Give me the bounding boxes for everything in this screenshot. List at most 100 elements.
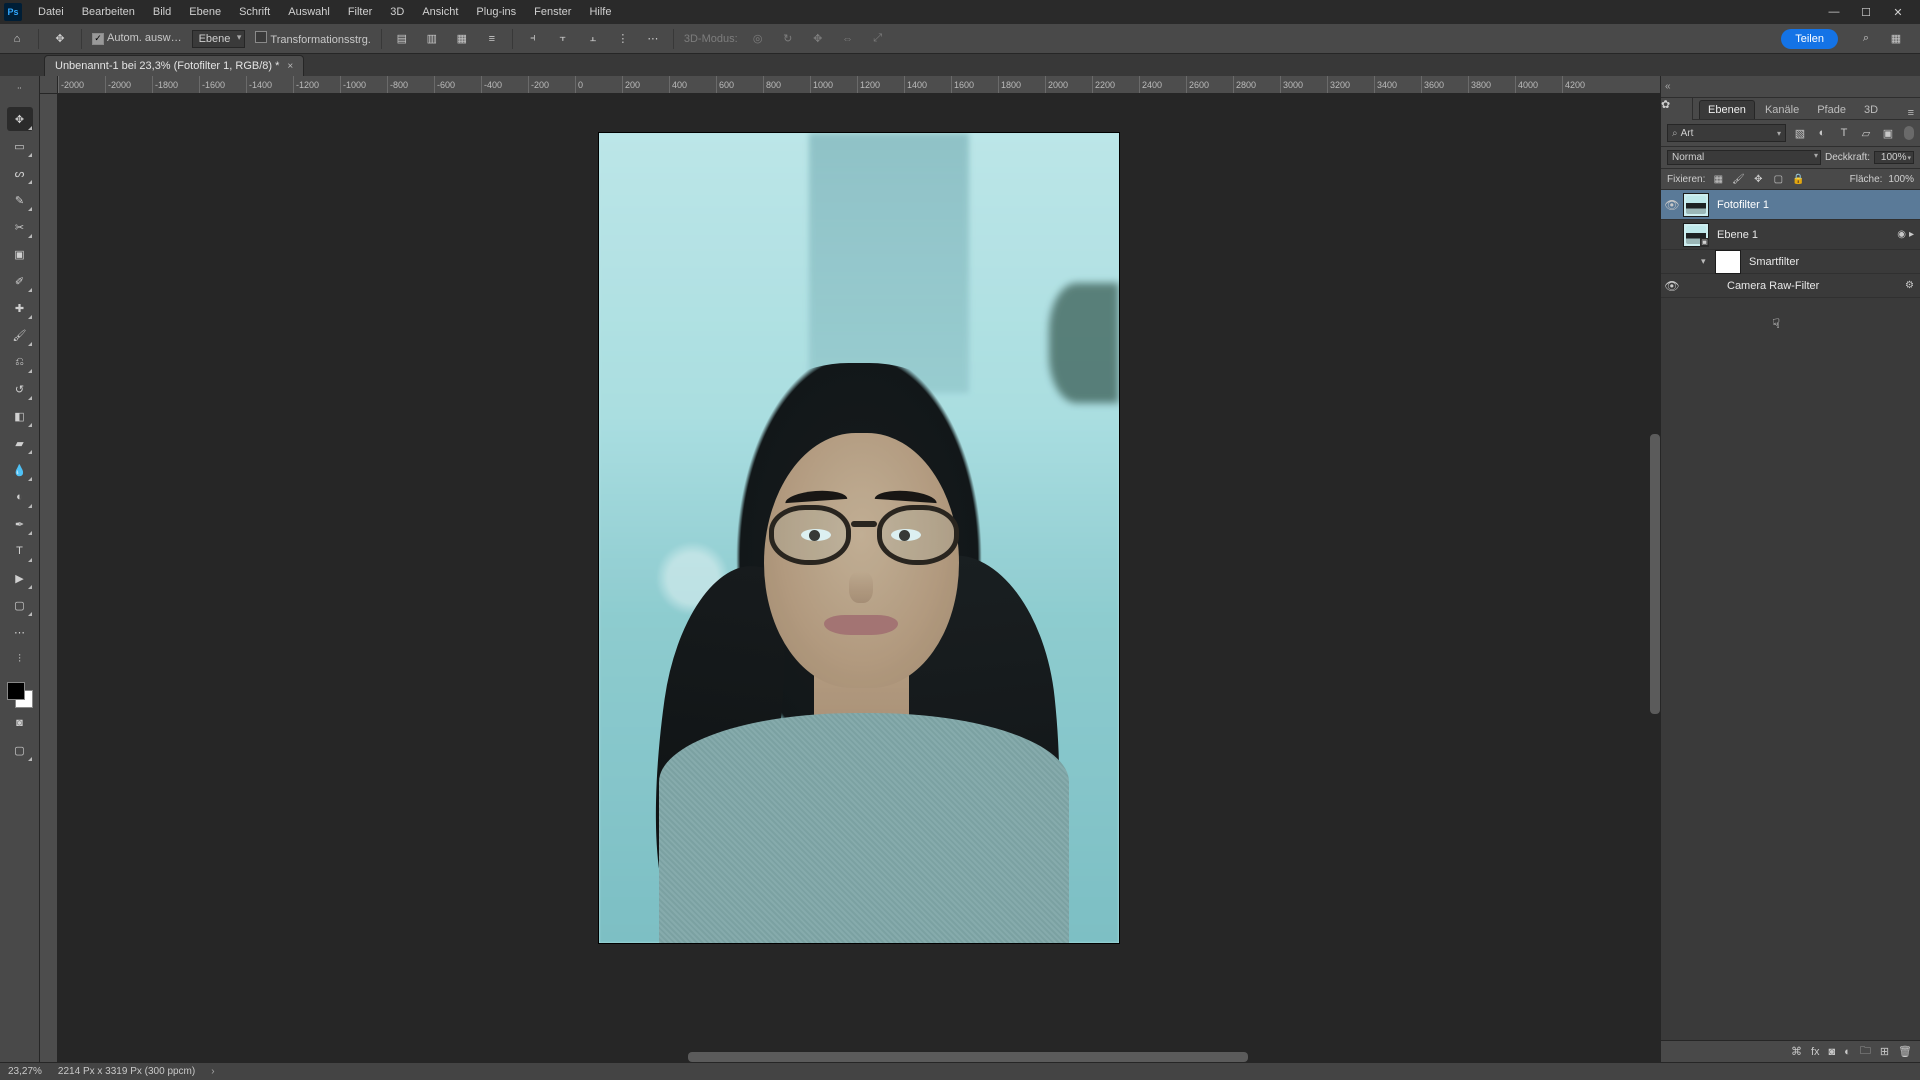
collapse-icon[interactable]: ▾ [1701, 256, 1715, 267]
quick-select-tool[interactable]: ✎ [7, 188, 33, 212]
pen-tool[interactable]: ✒ [7, 512, 33, 536]
gradient-tool[interactable]: ▰ [7, 431, 33, 455]
align-left-icon[interactable]: ▤ [392, 29, 412, 49]
more-tools-icon[interactable]: ⋯ [7, 620, 33, 644]
horizontal-scrollbar[interactable] [688, 1052, 1248, 1062]
share-button[interactable]: Teilen [1781, 29, 1838, 49]
document-canvas[interactable] [599, 133, 1119, 943]
visibility-toggle[interactable]: 👁 [1661, 198, 1683, 212]
move-tool[interactable]: ✥ [7, 107, 33, 131]
type-tool[interactable]: T [7, 539, 33, 563]
lock-all-icon[interactable]: 🔒 [1791, 172, 1805, 186]
blend-mode-dropdown[interactable]: Normal [1667, 150, 1821, 165]
align-top-icon[interactable]: ⫞ [523, 29, 543, 49]
filter-shape-icon[interactable]: ▱ [1858, 125, 1874, 141]
dodge-tool[interactable]: ◐ [7, 485, 33, 509]
layer-name[interactable]: Camera Raw-Filter [1719, 280, 1905, 292]
brush-tool[interactable]: 🖌 [7, 323, 33, 347]
zoom-level[interactable]: 23,27% [8, 1066, 42, 1077]
menu-3d[interactable]: 3D [382, 2, 412, 22]
filter-type-icon[interactable]: T [1836, 125, 1852, 141]
filter-adjust-icon[interactable]: ◐ [1814, 125, 1830, 141]
tab-kanaele[interactable]: Kanäle [1757, 101, 1807, 119]
path-select-tool[interactable]: ▶ [7, 566, 33, 590]
layer-thumbnail[interactable]: ▣ [1683, 223, 1709, 247]
filter-options-icon[interactable]: ⚙ [1905, 280, 1914, 291]
distribute-h-icon[interactable]: ≡ [482, 29, 502, 49]
layer-name[interactable]: Ebene 1 [1709, 229, 1897, 241]
status-flyout-icon[interactable]: › [211, 1066, 214, 1077]
layer-fx-icon[interactable]: fx [1811, 1046, 1820, 1058]
document-tab[interactable]: Unbenannt-1 bei 23,3% (Fotofilter 1, RGB… [44, 55, 304, 76]
auto-select-checkbox[interactable]: ✓Autom. ausw… [92, 32, 182, 45]
color-swatches[interactable] [7, 682, 33, 708]
more-align-icon[interactable]: ⋯ [643, 29, 663, 49]
filter-smart-icon[interactable]: ▣ [1880, 125, 1896, 141]
filter-toggle[interactable] [1904, 126, 1914, 140]
lasso-tool[interactable]: ᔕ [7, 161, 33, 185]
blur-tool[interactable]: 💧 [7, 458, 33, 482]
filter-mask-thumbnail[interactable] [1715, 250, 1741, 274]
filter-pixel-icon[interactable]: ▧ [1792, 125, 1808, 141]
fill-input[interactable]: 100% [1888, 174, 1914, 185]
frame-tool[interactable]: ▣ [7, 242, 33, 266]
document-dims[interactable]: 2214 Px x 3319 Px (300 ppcm) [58, 1066, 195, 1077]
vertical-scrollbar[interactable] [1650, 434, 1660, 714]
menu-plugins[interactable]: Plug-ins [468, 2, 524, 22]
foreground-color-swatch[interactable] [7, 682, 25, 700]
layer-row-ebene-1[interactable]: ▣ Ebene 1 ◉▸ [1661, 220, 1920, 250]
ruler-origin[interactable] [40, 76, 58, 94]
menu-ebene[interactable]: Ebene [181, 2, 229, 22]
lock-transparency-icon[interactable]: ▦ [1711, 172, 1725, 186]
menu-schrift[interactable]: Schrift [231, 2, 278, 22]
new-group-icon[interactable]: 🗀 [1860, 1042, 1871, 1061]
menu-hilfe[interactable]: Hilfe [581, 2, 619, 22]
expand-icon[interactable]: ▸ [1909, 229, 1914, 240]
horizontal-ruler[interactable]: -2000-2000-1800-1600-1400-1200-1000-800-… [58, 76, 1660, 94]
workspace-switcher-icon[interactable]: ▦ [1886, 29, 1906, 49]
clone-stamp-tool[interactable]: ⎌ [7, 350, 33, 374]
lock-artboard-icon[interactable]: ▢ [1771, 172, 1785, 186]
add-mask-icon[interactable]: ◙ [1829, 1046, 1836, 1058]
collapse-dock-icon[interactable]: « [1665, 81, 1679, 92]
search-icon[interactable]: ⌕ [1856, 29, 1876, 49]
menu-bild[interactable]: Bild [145, 2, 179, 22]
toolbar-grip-icon[interactable]: ¨ [7, 80, 33, 104]
align-right-icon[interactable]: ▦ [452, 29, 472, 49]
close-tab-icon[interactable]: × [287, 61, 293, 72]
tab-pfade[interactable]: Pfade [1809, 101, 1854, 119]
lock-pixels-icon[interactable]: 🖌 [1731, 172, 1745, 186]
distribute-v-icon[interactable]: ⋮ [613, 29, 633, 49]
delete-layer-icon[interactable]: 🗑 [1898, 1045, 1912, 1058]
lock-position-icon[interactable]: ✥ [1751, 172, 1765, 186]
marquee-tool[interactable]: ▭ [7, 134, 33, 158]
maximize-button[interactable]: ☐ [1856, 6, 1876, 19]
link-layers-icon[interactable]: ⌘ [1791, 1045, 1802, 1058]
align-center-v-icon[interactable]: ⫟ [553, 29, 573, 49]
canvas-stage[interactable] [58, 94, 1660, 1062]
tab-ebenen[interactable]: Ebenen [1699, 100, 1755, 119]
layer-row-fotofilter-1[interactable]: 👁 Fotofilter 1 [1661, 190, 1920, 220]
quick-mask-icon[interactable]: ◙ [7, 711, 33, 735]
minimize-button[interactable]: — [1824, 6, 1844, 19]
visibility-toggle[interactable]: 👁 [1661, 279, 1683, 293]
layer-row-camera-raw-filter[interactable]: 👁 Camera Raw-Filter ⚙ [1661, 274, 1920, 298]
history-brush-tool[interactable]: ↺ [7, 377, 33, 401]
transform-controls-checkbox[interactable]: Transformationsstrg. [255, 31, 370, 46]
menu-fenster[interactable]: Fenster [526, 2, 579, 22]
close-button[interactable]: ✕ [1888, 6, 1908, 19]
tab-3d[interactable]: 3D [1856, 101, 1886, 119]
screen-mode-icon[interactable]: ▢ [7, 738, 33, 762]
history-panel-icon[interactable]: ✿ [1661, 98, 1693, 120]
new-adjustment-icon[interactable]: ◐ [1844, 1046, 1851, 1058]
home-icon[interactable]: ⌂ [6, 28, 28, 50]
menu-filter[interactable]: Filter [340, 2, 380, 22]
menu-ansicht[interactable]: Ansicht [414, 2, 466, 22]
align-center-h-icon[interactable]: ▥ [422, 29, 442, 49]
eraser-tool[interactable]: ◧ [7, 404, 33, 428]
opacity-input[interactable]: 100% [1874, 151, 1914, 164]
layer-filter-type-dropdown[interactable]: ⌕ Art ▾ [1667, 124, 1786, 142]
layer-thumbnail[interactable] [1683, 193, 1709, 217]
layer-name[interactable]: Fotofilter 1 [1709, 199, 1920, 211]
edit-toolbar-icon[interactable]: ⫶ [7, 647, 33, 671]
